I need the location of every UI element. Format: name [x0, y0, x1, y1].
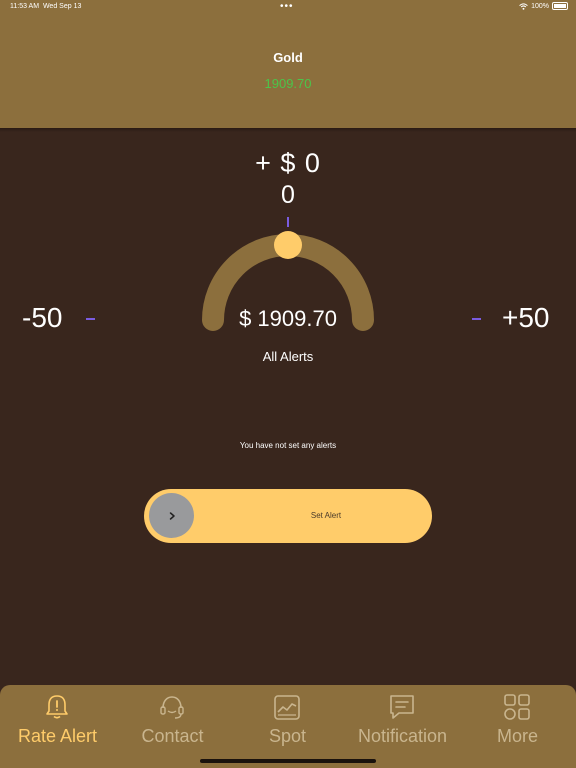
tab-label: Notification [357, 726, 448, 746]
multitask-dots[interactable]: ••• [280, 1, 294, 12]
tab-bar: Rate Alert Contact Spot Notification Mor… [0, 685, 576, 768]
range-max-tick [472, 318, 481, 320]
set-alert-label: Set Alert [310, 511, 342, 520]
headset-icon [160, 696, 184, 719]
home-indicator [200, 759, 376, 763]
slider-knob[interactable] [149, 493, 194, 538]
asset-price: 1909.70 [264, 76, 312, 91]
price-offset: + $ 0 [255, 148, 321, 178]
bell-alert-icon [46, 695, 68, 719]
header-shadow [0, 128, 576, 132]
tab-spot[interactable]: Spot [230, 685, 345, 755]
empty-alerts-message: You have not set any alerts [239, 441, 337, 450]
range-max-label: +50 [502, 302, 550, 333]
grid-icon [504, 694, 530, 720]
tab-notification[interactable]: Notification [345, 685, 460, 755]
tab-contact[interactable]: Contact [115, 685, 230, 755]
status-indicators: 100% [519, 2, 568, 10]
range-min-label: -50 [22, 302, 63, 333]
status-date: Wed Sep 13 [42, 3, 82, 10]
message-icon [390, 695, 414, 719]
header: Gold 1909.70 [0, 0, 576, 128]
asset-title: Gold [273, 50, 303, 65]
range-min-tick [86, 318, 95, 320]
tab-label: Spot [268, 726, 307, 746]
tab-label: Contact [141, 726, 204, 746]
gauge-knob[interactable] [274, 231, 302, 259]
gauge-center-tick [287, 217, 289, 227]
chevron-right-icon [169, 511, 175, 520]
set-alert-slider[interactable]: Set Alert [144, 489, 432, 543]
all-alerts-link[interactable]: All Alerts [0, 349, 576, 364]
chart-card-icon [274, 695, 300, 720]
wifi-icon [519, 2, 528, 10]
status-time: 11:53 AM Wed Sep 13 [10, 3, 81, 10]
tab-label: More [496, 726, 538, 746]
battery-icon [552, 2, 568, 10]
tab-rate-alert[interactable]: Rate Alert [0, 685, 115, 755]
tab-more[interactable]: More [460, 685, 575, 755]
status-bar: 11:53 AM Wed Sep 13 ••• 100% [0, 0, 576, 14]
tab-label: Rate Alert [17, 726, 98, 746]
alert-count: 0 [281, 181, 295, 209]
status-time-value: 11:53 AM [10, 3, 40, 10]
battery-percent: 100% [531, 2, 549, 10]
